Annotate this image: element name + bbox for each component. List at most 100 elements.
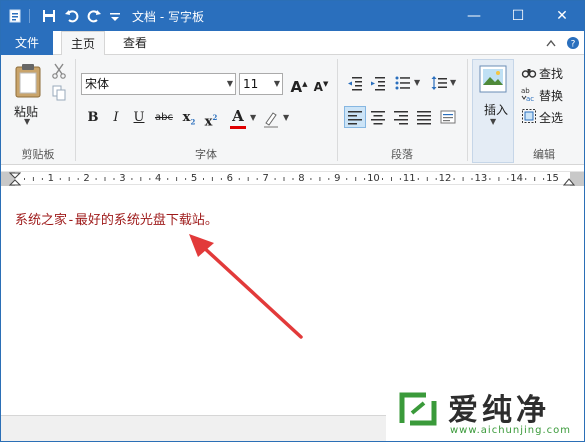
line-spacing-dropdown-icon[interactable]: ▼	[450, 78, 456, 87]
ruler-tick	[32, 177, 34, 181]
right-indent-marker-icon[interactable]	[563, 174, 575, 186]
superscript-button[interactable]: x2	[201, 108, 221, 129]
ruler-tick	[256, 178, 258, 180]
text-color-swatch	[230, 126, 246, 129]
ruler-label: 8	[298, 173, 305, 184]
ruler-tick	[310, 178, 312, 180]
ruler-tick	[41, 178, 43, 180]
font-family-dropdown-icon[interactable]: ▼	[227, 74, 233, 94]
font-size-dropdown-icon[interactable]: ▼	[274, 74, 280, 94]
text-color-button[interactable]: A	[228, 106, 248, 126]
select-all-button-label[interactable]: 全选	[539, 109, 563, 126]
font-size-combo[interactable]: 11 ▼	[239, 73, 283, 95]
ruler-tick	[346, 178, 348, 180]
ruler-label: 12	[438, 173, 452, 184]
ribbon-home: 粘贴 ▼ 剪贴板 宋体 ▼ 11 ▼ A▲ A▼ B I U abc x2 x2	[1, 55, 584, 165]
align-right-icon[interactable]	[393, 109, 409, 125]
align-center-icon[interactable]	[370, 109, 386, 125]
paragraph-settings-icon[interactable]	[440, 109, 456, 125]
ruler[interactable]: 1 2 3 4 5 6 7 8 9 10 11 12 13 14 15	[1, 171, 584, 186]
font-group-label: 字体	[195, 148, 217, 161]
copy-icon[interactable]	[52, 85, 66, 101]
ruler-label: 15	[546, 173, 559, 184]
ruler-tick	[283, 177, 285, 181]
ruler-tick	[328, 178, 330, 180]
ruler-tick	[211, 177, 213, 181]
ruler-tick	[185, 178, 187, 180]
line-spacing-icon[interactable]	[431, 75, 447, 91]
collapse-ribbon-icon[interactable]	[546, 39, 556, 47]
highlight-icon[interactable]	[263, 110, 279, 128]
insert-dropdown-arrow[interactable]: ▼	[490, 117, 496, 126]
save-icon[interactable]	[41, 8, 57, 24]
replace-button-label[interactable]: 替换	[539, 87, 563, 104]
find-icon[interactable]	[521, 65, 537, 81]
replace-icon[interactable]: ab ac	[521, 86, 537, 102]
find-button-label[interactable]: 查找	[539, 65, 563, 82]
ruler-tick	[391, 177, 392, 181]
paste-icon[interactable]	[13, 63, 43, 99]
ruler-tick	[453, 178, 455, 180]
ruler-tick	[534, 177, 536, 181]
font-family-value: 宋体	[85, 77, 110, 91]
align-left-icon	[348, 111, 362, 125]
ruler-label: 3	[119, 173, 126, 184]
ruler-tick	[104, 177, 106, 181]
strikethrough-button[interactable]: abc	[152, 108, 176, 128]
minimize-button[interactable]: —	[452, 1, 496, 31]
redo-icon[interactable]	[86, 8, 102, 24]
ruler-tick	[543, 178, 545, 180]
ruler-label: 13	[474, 173, 488, 184]
customize-toolbar-icon[interactable]	[107, 8, 123, 24]
close-button[interactable]: ✕	[540, 1, 584, 31]
select-all-icon[interactable]	[521, 108, 537, 124]
shrink-font-glyph: A	[313, 80, 323, 94]
ruler-ticks	[24, 177, 545, 181]
indent-marker-icon[interactable]	[9, 172, 21, 186]
increase-indent-icon[interactable]	[370, 75, 386, 91]
grow-font-button[interactable]: A▲	[289, 74, 309, 96]
ruler-tick	[220, 178, 222, 180]
ruler-tick	[355, 177, 357, 181]
undo-icon[interactable]	[64, 8, 80, 24]
maximize-button[interactable]: ☐	[496, 1, 540, 31]
svg-text:?: ?	[571, 40, 576, 50]
window-title: 文档 - 写字板	[132, 10, 204, 24]
title-bar: 文档 - 写字板 — ☐ ✕	[1, 1, 584, 31]
ruler-tick	[203, 178, 204, 180]
watermark-logo: 爱纯净 www.aichunjing.com	[386, 381, 584, 441]
tab-view[interactable]: 查看	[113, 31, 157, 56]
wordpad-app-icon[interactable]	[7, 8, 23, 24]
ruler-tick	[140, 177, 142, 181]
cut-icon[interactable]	[52, 63, 66, 79]
italic-button[interactable]: I	[106, 108, 126, 128]
ruler-tick	[471, 178, 473, 180]
decrease-indent-icon[interactable]	[347, 75, 363, 91]
ruler-tick	[95, 178, 97, 180]
bullets-icon[interactable]	[395, 75, 411, 91]
underline-button[interactable]: U	[129, 108, 149, 128]
bold-button[interactable]: B	[83, 108, 103, 128]
ruler-tick	[426, 177, 428, 181]
ruler-tick	[176, 177, 178, 181]
ribbon-tab-bar: 文件 主页 查看 ?	[1, 31, 584, 56]
insert-label: 插入	[484, 103, 509, 117]
ruler-label: 6	[226, 173, 234, 184]
watermark-logo-icon	[399, 392, 437, 426]
ruler-label: 7	[262, 173, 269, 184]
tab-home[interactable]: 主页	[61, 31, 105, 56]
ruler-tick	[24, 178, 25, 180]
ruler-tick	[149, 178, 151, 180]
subscript-button[interactable]: x2	[179, 108, 199, 128]
help-icon[interactable]: ?	[566, 36, 580, 50]
shrink-font-button[interactable]: A▼	[311, 74, 331, 94]
justify-icon[interactable]	[416, 109, 432, 125]
paste-dropdown-arrow[interactable]: ▼	[24, 117, 30, 126]
bullets-dropdown-icon[interactable]: ▼	[414, 78, 420, 87]
text-color-dropdown-icon[interactable]: ▼	[250, 113, 256, 122]
ruler-label: 1	[47, 173, 54, 184]
tab-file[interactable]: 文件	[1, 31, 53, 55]
highlight-dropdown-icon[interactable]: ▼	[283, 113, 289, 122]
font-family-combo[interactable]: 宋体 ▼	[81, 73, 236, 95]
superscript-mark: 2	[212, 113, 218, 122]
